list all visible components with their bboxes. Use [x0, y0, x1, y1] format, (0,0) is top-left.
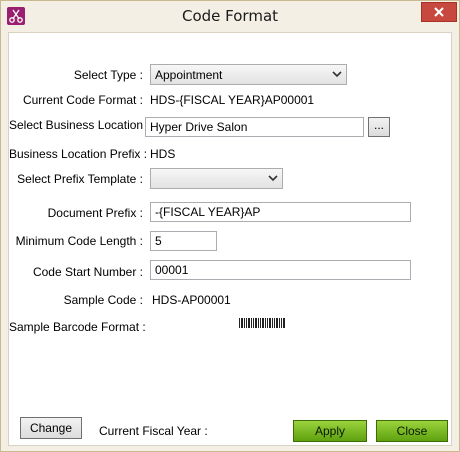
business-location-field[interactable]: Hyper Drive Salon [145, 117, 364, 137]
select-type-value: Appointment [155, 68, 223, 82]
code-format-window: Code Format Select Type : Appointment Cu… [0, 0, 460, 452]
code-start-number-field[interactable]: 00001 [150, 260, 411, 280]
sample-code-label: Sample Code : [63, 293, 143, 307]
current-code-format-value: HDS-{FISCAL YEAR}AP00001 [150, 93, 315, 107]
change-button[interactable]: Change [20, 417, 82, 439]
apply-button[interactable]: Apply [293, 420, 367, 442]
document-prefix-label: Document Prefix : [47, 206, 143, 220]
location-prefix-label: Business Location Prefix : [9, 147, 148, 161]
browse-location-button[interactable]: ... [368, 117, 390, 137]
prefix-template-label: Select Prefix Template : [17, 172, 143, 186]
form-panel: Select Type : Appointment Current Code F… [8, 32, 452, 446]
sample-code-value: HDS-AP00001 [152, 293, 231, 307]
min-code-length-field[interactable]: 5 [150, 231, 217, 251]
prefix-template-dropdown[interactable] [150, 168, 283, 189]
window-title: Code Format [181, 7, 279, 25]
sample-barcode [239, 318, 285, 328]
current-code-format-label: Current Code Format : [22, 93, 143, 107]
select-type-dropdown[interactable]: Appointment [150, 64, 347, 85]
title-bar: Code Format [1, 1, 459, 32]
document-prefix-field[interactable]: -{FISCAL YEAR}AP [150, 202, 411, 222]
fiscal-year-label: Current Fiscal Year : [99, 424, 208, 438]
code-start-number-label: Code Start Number : [32, 265, 143, 279]
location-prefix-value: HDS [150, 147, 176, 161]
close-button[interactable]: Close [376, 420, 448, 442]
close-icon [434, 7, 444, 17]
chevron-down-icon [332, 71, 342, 78]
sample-barcode-label: Sample Barcode Format : [9, 320, 146, 334]
chevron-down-icon [268, 175, 278, 182]
select-type-label: Select Type : [73, 68, 143, 82]
business-location-label: Select Business Location : [9, 118, 150, 132]
close-window-button[interactable] [421, 2, 457, 22]
min-code-length-label: Minimum Code Length : [15, 234, 143, 248]
